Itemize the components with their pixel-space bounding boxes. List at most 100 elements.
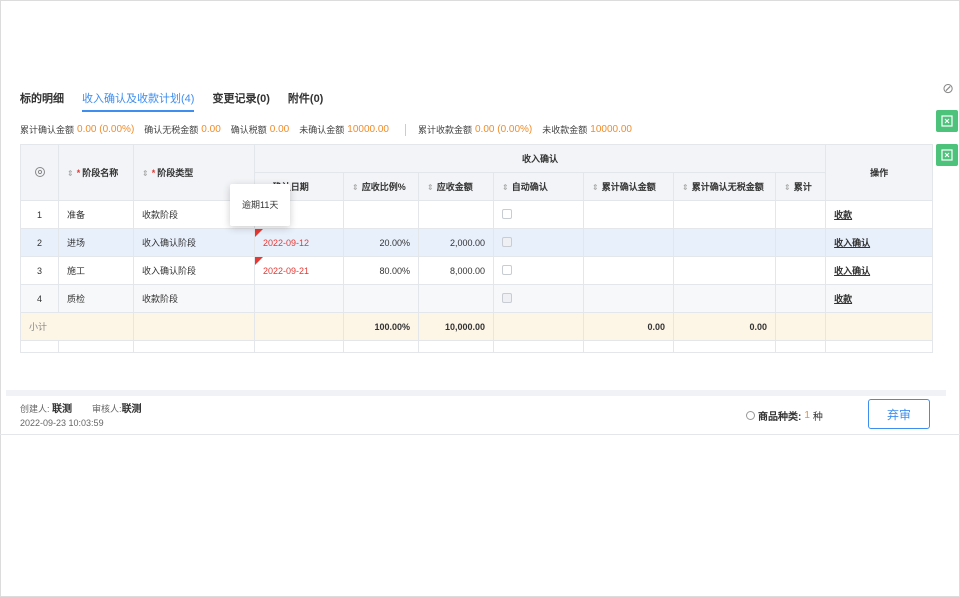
row-index: 1 [20,200,59,229]
discard-review-button[interactable]: 弃审 [868,399,930,429]
info-circle-icon [746,411,755,420]
tab-attachments[interactable]: 附件(0) [288,90,323,112]
amount-cell[interactable]: 2,000.00 [418,228,494,257]
overdue-flag-icon [255,229,263,237]
ops-cell: 收款 [825,200,934,229]
divider [0,434,960,435]
confirmed-tax-label: 确认税额 [230,125,267,135]
collected-label: 累计收款金额 [417,125,472,135]
rail-excel-icon[interactable] [936,144,958,166]
unconfirmed-label: 未确认金额 [299,125,345,135]
row-index: 2 [20,228,59,257]
amount-cell[interactable] [418,284,494,313]
subtotal-row: 小计 100.00% 10,000.00 0.00 0.00 [20,312,934,341]
table-row[interactable]: 4 质检 收款阶段 收款 [20,284,934,313]
auto-confirm-checkbox[interactable] [502,236,512,247]
subtotal-ops [825,312,934,341]
amount-cell[interactable]: 8,000.00 [418,256,494,285]
confirmed-notax-value: 0.00 [201,124,221,135]
auto-confirm-cell [493,228,584,257]
ratio-cell[interactable]: 20.00% [343,228,419,257]
cum-confirmed-cell [583,256,674,285]
table-row[interactable]: 1 准备 收款阶段 收款 [20,200,934,229]
tab-revenue-plan[interactable]: 收入确认及收款计划(4) [82,90,195,112]
column-settings-icon[interactable] [20,144,59,201]
stage-type-cell[interactable]: 收入确认阶段 [133,228,255,257]
ops-cell: 收入确认 [825,228,934,257]
row-index: 3 [20,256,59,285]
ratio-cell[interactable] [343,284,419,313]
ops-cell: 收入确认 [825,256,934,285]
table-row[interactable]: 3 施工 收入确认阶段 2022-09-21 80.00% 8,000.00 收… [20,256,934,285]
header-group-revenue: 收入确认 [253,144,827,173]
uncollected-label: 未收款金额 [542,125,588,135]
subtotal-empty [493,312,584,341]
cum-truncated-cell [774,228,827,257]
row-index: 4 [20,284,59,313]
header-cum-confirmed[interactable]: ⇕ 累计确认金额 [583,172,674,201]
stage-name-cell[interactable]: 施工 [58,256,134,285]
summary-divider [404,123,406,136]
rail-export-icon[interactable] [936,110,958,132]
overdue-flag-icon [255,257,263,265]
subtotal-empty [774,312,827,341]
subtotal-empty [133,312,255,341]
auto-confirm-cell [493,256,584,285]
revenue-confirm-button[interactable]: 收入确认 [834,266,870,276]
confirmed-value: 0.00 (0.00%) [77,124,135,135]
stage-name-cell[interactable]: 准备 [58,200,134,229]
cum-truncated-cell [774,256,827,285]
spacer-row [20,340,934,353]
collect-button[interactable]: 收款 [834,210,852,220]
subtotal-empty [254,312,344,341]
tab-change-log[interactable]: 变更记录(0) [212,90,269,112]
subtotal-ratio: 100.00% [343,312,419,341]
tab-items[interactable]: 标的明细 [20,90,64,112]
cum-notax-cell [673,284,776,313]
header-auto-confirm[interactable]: ⇕ 自动确认 [493,172,584,201]
ops-cell: 收款 [825,284,934,313]
stage-type-cell[interactable]: 收款阶段 [133,284,255,313]
cum-confirmed-cell [583,284,674,313]
created-time: 2022-09-23 10:03:59 [20,418,104,428]
stage-name-cell[interactable]: 质检 [58,284,134,313]
cum-notax-cell [673,228,776,257]
subtotal-cum-notax: 0.00 [673,312,776,341]
subtotal-label: 小计 [20,312,134,341]
confirmed-tax-value: 0.00 [269,124,290,135]
auto-confirm-checkbox[interactable] [502,264,512,275]
ratio-cell[interactable] [343,200,419,229]
confirm-date-cell[interactable] [254,284,344,313]
auto-confirm-checkbox[interactable] [502,208,512,219]
stage-type-cell[interactable]: 收入确认阶段 [133,256,255,285]
stage-name-cell[interactable]: 进场 [58,228,134,257]
help-icon[interactable]: ⊘ [938,78,958,98]
cum-truncated-cell [774,284,827,313]
table-row[interactable]: 2 进场 收入确认阶段 2022-09-12 20.00% 2,000.00 收… [20,228,934,257]
header-cum-truncated[interactable]: ⇕ 累计 [774,172,827,201]
revenue-confirm-button[interactable]: 收入确认 [834,238,870,248]
header-amount[interactable]: ⇕ 应收金额 [418,172,494,201]
tab-bar: 标的明细 收入确认及收款计划(4) 变更记录(0) 附件(0) [20,90,323,112]
collected-value: 0.00 (0.00%) [475,124,533,135]
creator-info: 创建人: 联测 审核人:联测 2022-09-23 10:03:59 [20,404,142,428]
header-stage-name[interactable]: ⇕ * 阶段名称 [58,144,134,201]
cum-truncated-cell [774,200,827,229]
header-operations: 操作 [825,144,934,201]
header-ratio[interactable]: ⇕ 应收比例% [343,172,419,201]
summary-bar: 累计确认金额 0.00 (0.00%) 确认无税金额 0.00 确认税额 0.00 未… [20,123,636,136]
confirm-date-cell[interactable]: 2022-09-12 [254,228,344,257]
collect-button[interactable]: 收款 [834,294,852,304]
cum-confirmed-cell [583,228,674,257]
auto-confirm-cell [493,200,584,229]
cum-notax-cell [673,256,776,285]
confirmed-label: 累计确认金额 [20,125,75,135]
confirmed-notax-label: 确认无税金额 [144,125,199,135]
overdue-tooltip: 逾期11天 [230,184,290,226]
confirm-date-cell[interactable]: 2022-09-21 [254,256,344,285]
ratio-cell[interactable]: 80.00% [343,256,419,285]
auto-confirm-checkbox[interactable] [502,292,512,303]
header-cum-notax[interactable]: ⇕ 累计确认无税金额 [673,172,776,201]
amount-cell[interactable] [418,200,494,229]
uncollected-value: 10000.00 [590,124,632,135]
